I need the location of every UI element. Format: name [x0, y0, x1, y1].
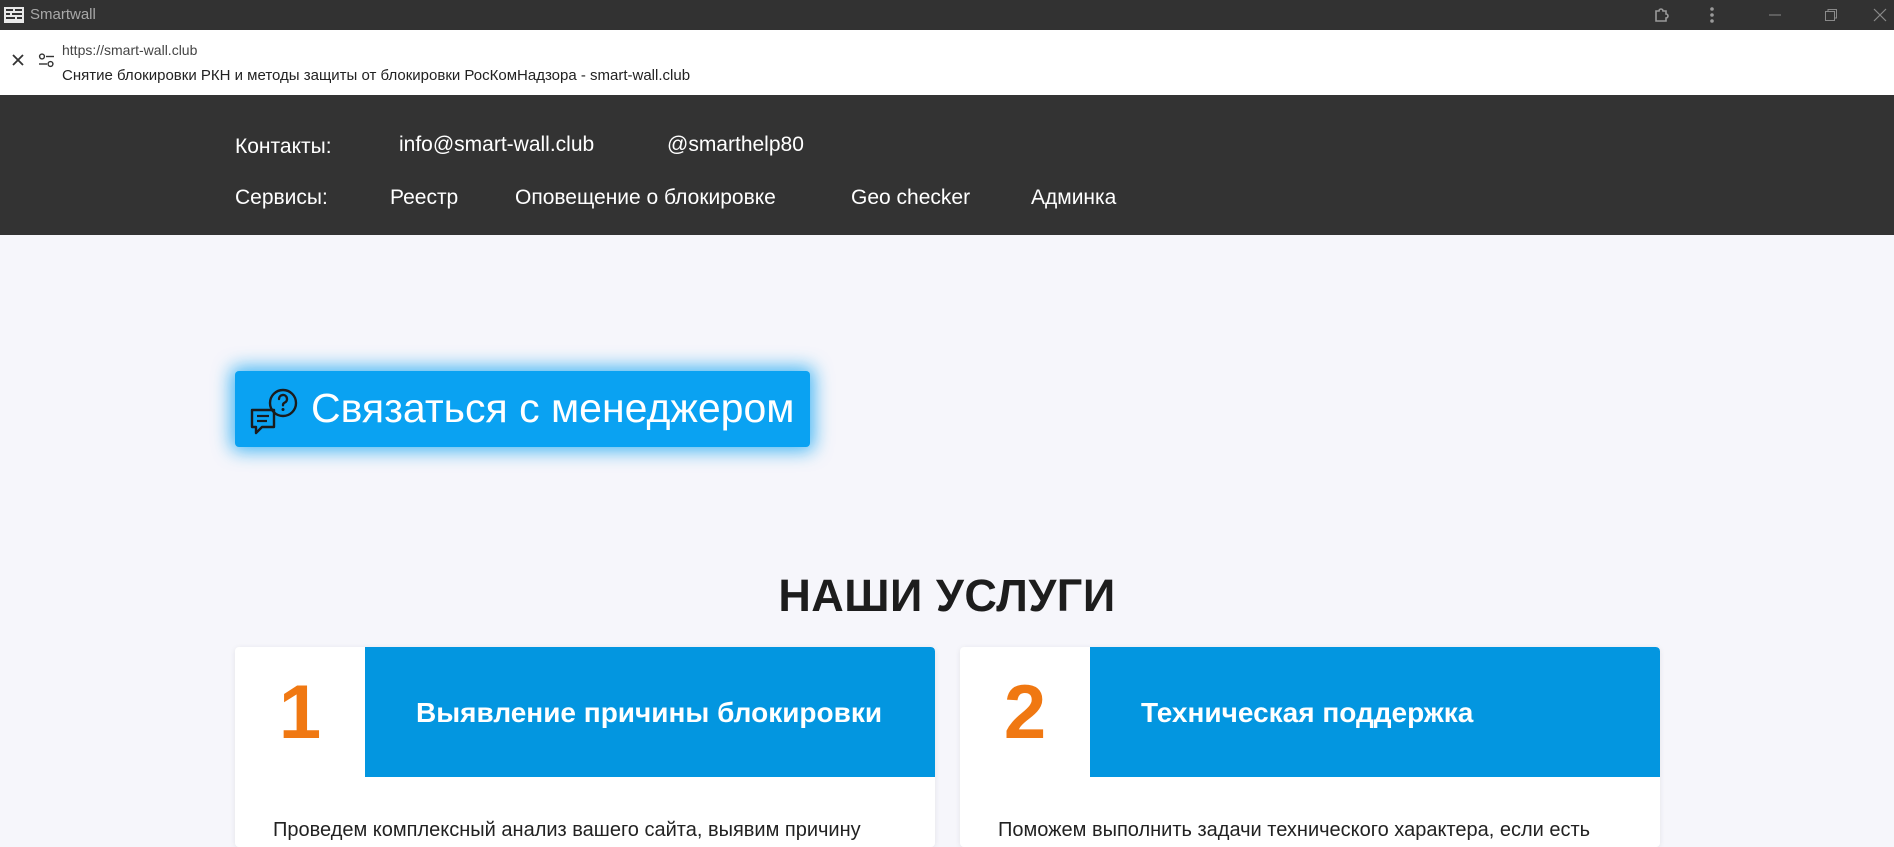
minimize-icon: [1769, 14, 1781, 16]
url-bar: https://smart-wall.club Снятие блокировк…: [0, 30, 1894, 95]
extensions-button[interactable]: [1650, 0, 1674, 30]
restore-button[interactable]: [1816, 0, 1846, 30]
puzzle-icon: [1655, 8, 1669, 22]
contacts-label: Контакты:: [235, 135, 332, 158]
email-link[interactable]: info@smart-wall.club: [399, 133, 594, 157]
restore-icon: [1825, 9, 1837, 21]
close-icon[interactable]: [10, 52, 26, 68]
service-description: Поможем выполнить задачи технического ха…: [998, 819, 1591, 841]
window-titlebar: Smartwall: [0, 0, 1894, 30]
service-title: Выявление причины блокировки: [416, 697, 883, 728]
site-header: Контакты: info@smart-wall.club @smarthel…: [0, 95, 1894, 235]
nav-link-admin[interactable]: Админка: [1031, 186, 1116, 210]
nav-link-registry[interactable]: Реестр: [390, 186, 458, 210]
service-card[interactable]: 2 Техническая поддержка Поможем выполнит…: [960, 647, 1660, 847]
minimize-button[interactable]: [1760, 0, 1790, 30]
contact-manager-button[interactable]: Связаться с менеджером: [235, 371, 810, 447]
service-card-header: Техническая поддержка: [1090, 647, 1660, 777]
menu-button[interactable]: [1700, 0, 1724, 30]
page-title-text: Снятие блокировки РКН и методы защиты от…: [62, 67, 691, 84]
contact-manager-label: Связаться с менеджером: [311, 385, 795, 431]
service-title: Техническая поддержка: [1141, 697, 1474, 728]
window-title: Smartwall: [30, 6, 96, 23]
telegram-link[interactable]: @smarthelp80: [667, 133, 804, 157]
service-number: 1: [278, 669, 322, 755]
nav-link-geo-checker[interactable]: Geo checker: [851, 186, 970, 210]
service-card-header: Выявление причины блокировки: [365, 647, 935, 777]
service-description: Проведем комплексный анализ вашего сайта…: [273, 819, 861, 841]
chat-question-icon: [250, 388, 298, 435]
service-number: 2: [1003, 669, 1047, 755]
app-logo-icon: [4, 7, 24, 23]
close-icon: [1873, 8, 1887, 22]
site-settings-icon[interactable]: [38, 52, 55, 69]
service-card[interactable]: 1 Выявление причины блокировки Проведем …: [235, 647, 935, 847]
nav-link-block-alert[interactable]: Оповещение о блокировке: [515, 186, 776, 210]
close-window-button[interactable]: [1866, 0, 1894, 30]
more-vertical-icon: [1710, 7, 1714, 23]
services-section-title: НАШИ УСЛУГИ: [778, 570, 1116, 621]
services-label: Сервисы:: [235, 186, 328, 209]
url-text[interactable]: https://smart-wall.club: [62, 42, 197, 58]
